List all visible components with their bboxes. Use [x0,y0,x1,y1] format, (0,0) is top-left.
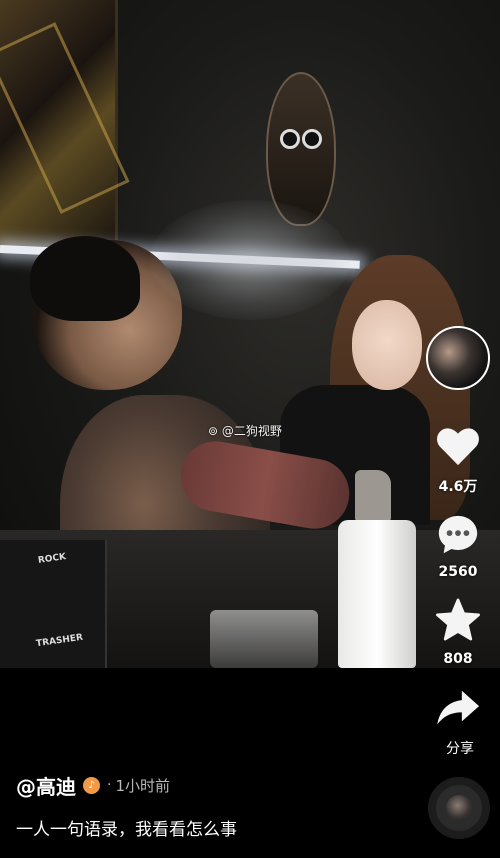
author-name[interactable]: @高迪 [16,771,76,800]
share-button[interactable] [428,688,488,732]
like-count: 4.6万 [438,479,478,495]
white-bottle [338,520,416,668]
comment-icon [438,515,478,554]
verified-badge-icon: ♪ [83,776,100,794]
wall-painting [0,0,118,250]
video-frame[interactable]: ROCK TRASHER ⊚ @二狗视野 [0,0,500,668]
bottle-pump [355,470,391,522]
man-hair [30,236,140,321]
heart-icon [437,428,479,466]
watermark-text: @二狗视野 [221,424,282,438]
post-time: 1小时前 [115,776,170,795]
author-row: @高迪 ♪ · 1小时前 [16,771,170,799]
share-label: 分享 [446,741,474,757]
woman-face [352,300,422,390]
smoke-cloud [150,200,350,320]
comment-count: 2560 [438,564,478,580]
weibo-watermark: ⊚ @二狗视野 [208,422,282,439]
favorite-count: 808 [443,651,473,667]
favorite-button[interactable] [428,598,488,646]
video-caption[interactable]: 一人一句语录，我看看怎么事 [16,815,237,840]
cabinet-label-trasher: TRASHER [35,632,84,650]
weibo-icon: ⊚ [208,424,219,438]
like-button[interactable] [428,424,488,472]
share-arrow-icon [437,690,480,725]
creator-avatar[interactable] [426,326,490,390]
separator-dot: · [107,777,112,793]
glass-jar [210,610,318,668]
cabinet-label-rock: ROCK [37,552,67,566]
comment-button[interactable] [428,512,488,562]
star-icon [436,598,480,641]
music-disc-icon[interactable] [428,777,490,839]
tool-cabinet: ROCK TRASHER [0,540,107,668]
